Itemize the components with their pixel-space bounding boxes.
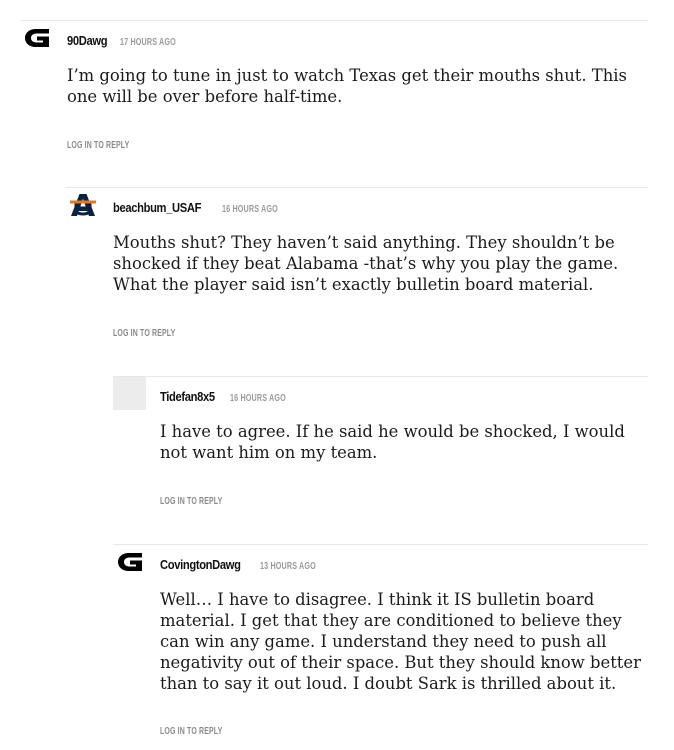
- username[interactable]: 90Dawg: [67, 33, 108, 48]
- comment: 90Dawg 17 hours ago I’m going to tune in…: [20, 20, 648, 151]
- username[interactable]: Tidefan8x5: [160, 389, 215, 404]
- comment-body: I’m going to tune in just to watch Texas…: [67, 66, 627, 106]
- comment-body: I have to agree. If he said he would be …: [160, 422, 625, 462]
- avatar[interactable]: [20, 21, 53, 54]
- log-in-to-reply-link[interactable]: Log in to Reply: [113, 328, 175, 339]
- comment: Tidefan8x5 16 hours ago I have to agree.…: [113, 376, 648, 507]
- georgia-g-logo-icon: [24, 28, 49, 47]
- log-in-to-reply-link[interactable]: Log in to Reply: [160, 496, 222, 507]
- avatar[interactable]: [66, 188, 99, 221]
- comment: beachbum_USAF 16 hours ago Mouths shut? …: [66, 187, 648, 339]
- avatar[interactable]: [113, 545, 146, 578]
- timestamp: 16 hours ago: [221, 204, 278, 215]
- timestamp: 17 hours ago: [120, 37, 177, 48]
- log-in-to-reply-link[interactable]: Log in to Reply: [160, 726, 222, 737]
- comment-meta: CovingtonDawg 13 hours ago: [160, 556, 338, 574]
- comment: CovingtonDawg 13 hours ago Well… I have …: [113, 544, 648, 737]
- username[interactable]: beachbum_USAF: [113, 200, 201, 215]
- auburn-au-logo-icon: [69, 193, 96, 216]
- timestamp: 16 hours ago: [230, 393, 287, 404]
- timestamp: 13 hours ago: [260, 561, 317, 572]
- comment-body: Mouths shut? They haven’t said anything.…: [113, 233, 619, 294]
- blank-avatar-icon[interactable]: [113, 377, 146, 410]
- username[interactable]: CovingtonDawg: [160, 557, 241, 572]
- georgia-g-logo-icon: [117, 552, 142, 571]
- comment-meta: Tidefan8x5 16 hours ago: [160, 388, 308, 406]
- comment-meta: beachbum_USAF 16 hours ago: [113, 199, 300, 217]
- comment-body: Well… I have to disagree. I think it IS …: [160, 590, 641, 693]
- log-in-to-reply-link[interactable]: Log in to Reply: [67, 140, 129, 151]
- comment-meta: 90Dawg 17 hours ago: [67, 32, 198, 50]
